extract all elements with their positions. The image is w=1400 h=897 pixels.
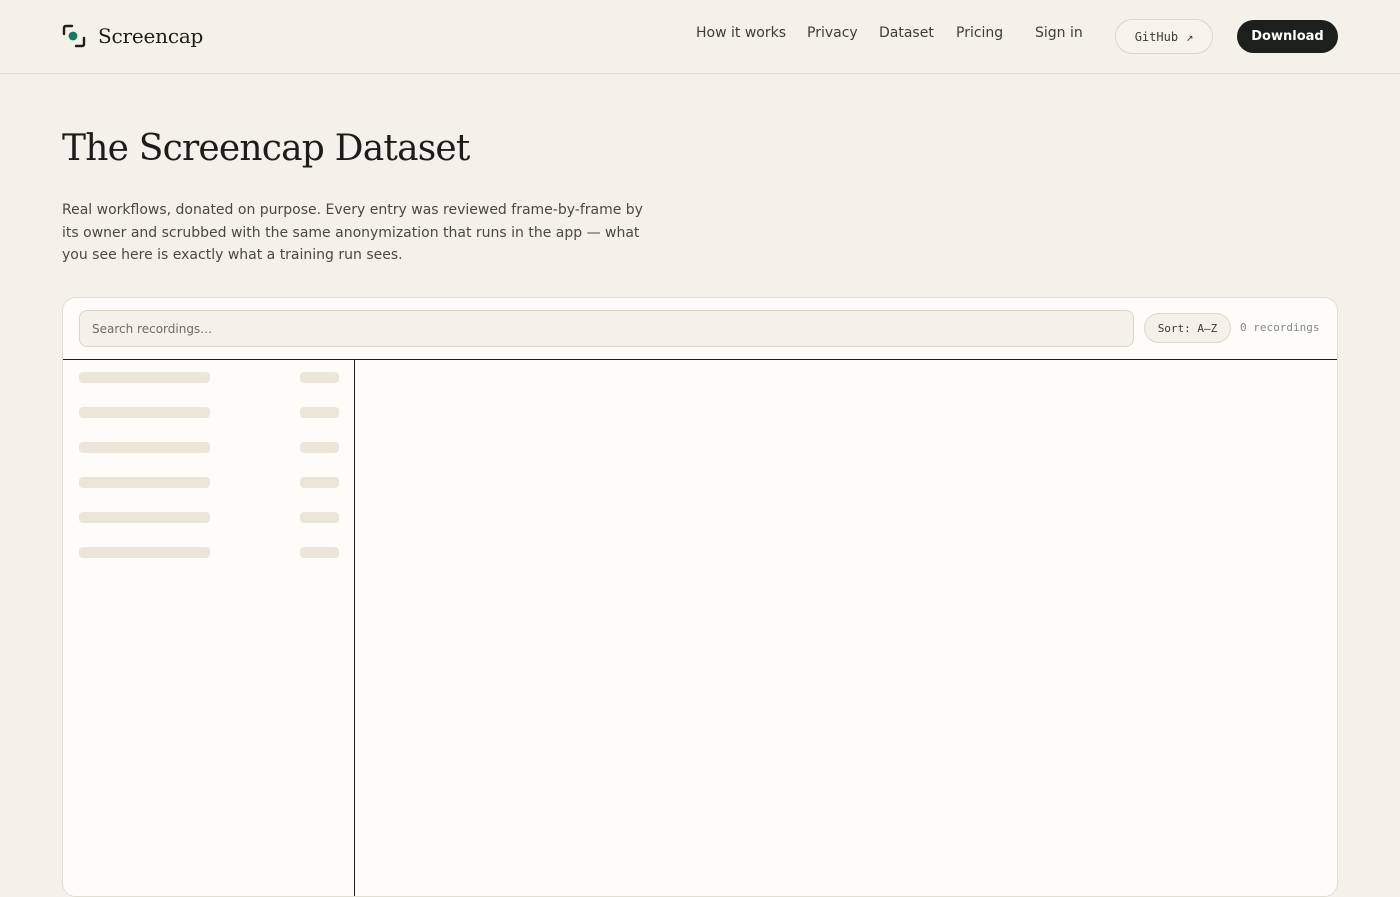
recordings-list	[63, 360, 355, 896]
github-button[interactable]: GitHub ↗	[1115, 19, 1213, 54]
list-item-placeholder	[79, 512, 339, 523]
nav-privacy[interactable]: Privacy	[807, 25, 858, 47]
nav-how-it-works[interactable]: How it works	[696, 25, 786, 47]
browser-toolbar: Sort: A–Z 0 recordings	[63, 298, 1337, 360]
list-item-placeholder	[79, 442, 339, 453]
skeleton-meta	[300, 372, 339, 383]
skeleton-title	[79, 477, 210, 488]
sign-in-link[interactable]: Sign in	[1035, 25, 1083, 47]
screencap-logo-icon	[62, 24, 86, 48]
list-item-placeholder	[79, 477, 339, 488]
skeleton-title	[79, 407, 210, 418]
list-item-placeholder	[79, 407, 339, 418]
skeleton-meta	[300, 442, 339, 453]
sort-button[interactable]: Sort: A–Z	[1144, 313, 1231, 343]
list-item-placeholder	[79, 372, 339, 383]
brand-name: Screencap	[98, 24, 204, 48]
skeleton-meta	[300, 407, 339, 418]
skeleton-title	[79, 512, 210, 523]
skeleton-meta	[300, 477, 339, 488]
dataset-browser: Sort: A–Z 0 recordings	[62, 297, 1338, 897]
skeleton-title	[79, 372, 210, 383]
skeleton-title	[79, 547, 210, 558]
skeleton-meta	[300, 512, 339, 523]
search-input[interactable]	[79, 310, 1134, 347]
recording-count: 0 recordings	[1240, 321, 1320, 334]
skeleton-title	[79, 442, 210, 453]
page-intro: Real workflows, donated on purpose. Ever…	[62, 202, 643, 263]
nav-pricing[interactable]: Pricing	[956, 25, 1003, 47]
page-title: The Screencap Dataset	[62, 128, 470, 169]
github-label: GitHub	[1134, 29, 1179, 44]
nav-dataset[interactable]: Dataset	[879, 25, 934, 47]
download-button[interactable]: Download	[1237, 20, 1338, 53]
top-navigation-bar: Screencap How it works Privacy Dataset P…	[0, 0, 1400, 74]
external-link-icon: ↗	[1186, 29, 1194, 44]
skeleton-meta	[300, 547, 339, 558]
brand[interactable]: Screencap	[62, 22, 203, 50]
list-item-placeholder	[79, 547, 339, 558]
recording-detail-pane	[356, 360, 1337, 896]
